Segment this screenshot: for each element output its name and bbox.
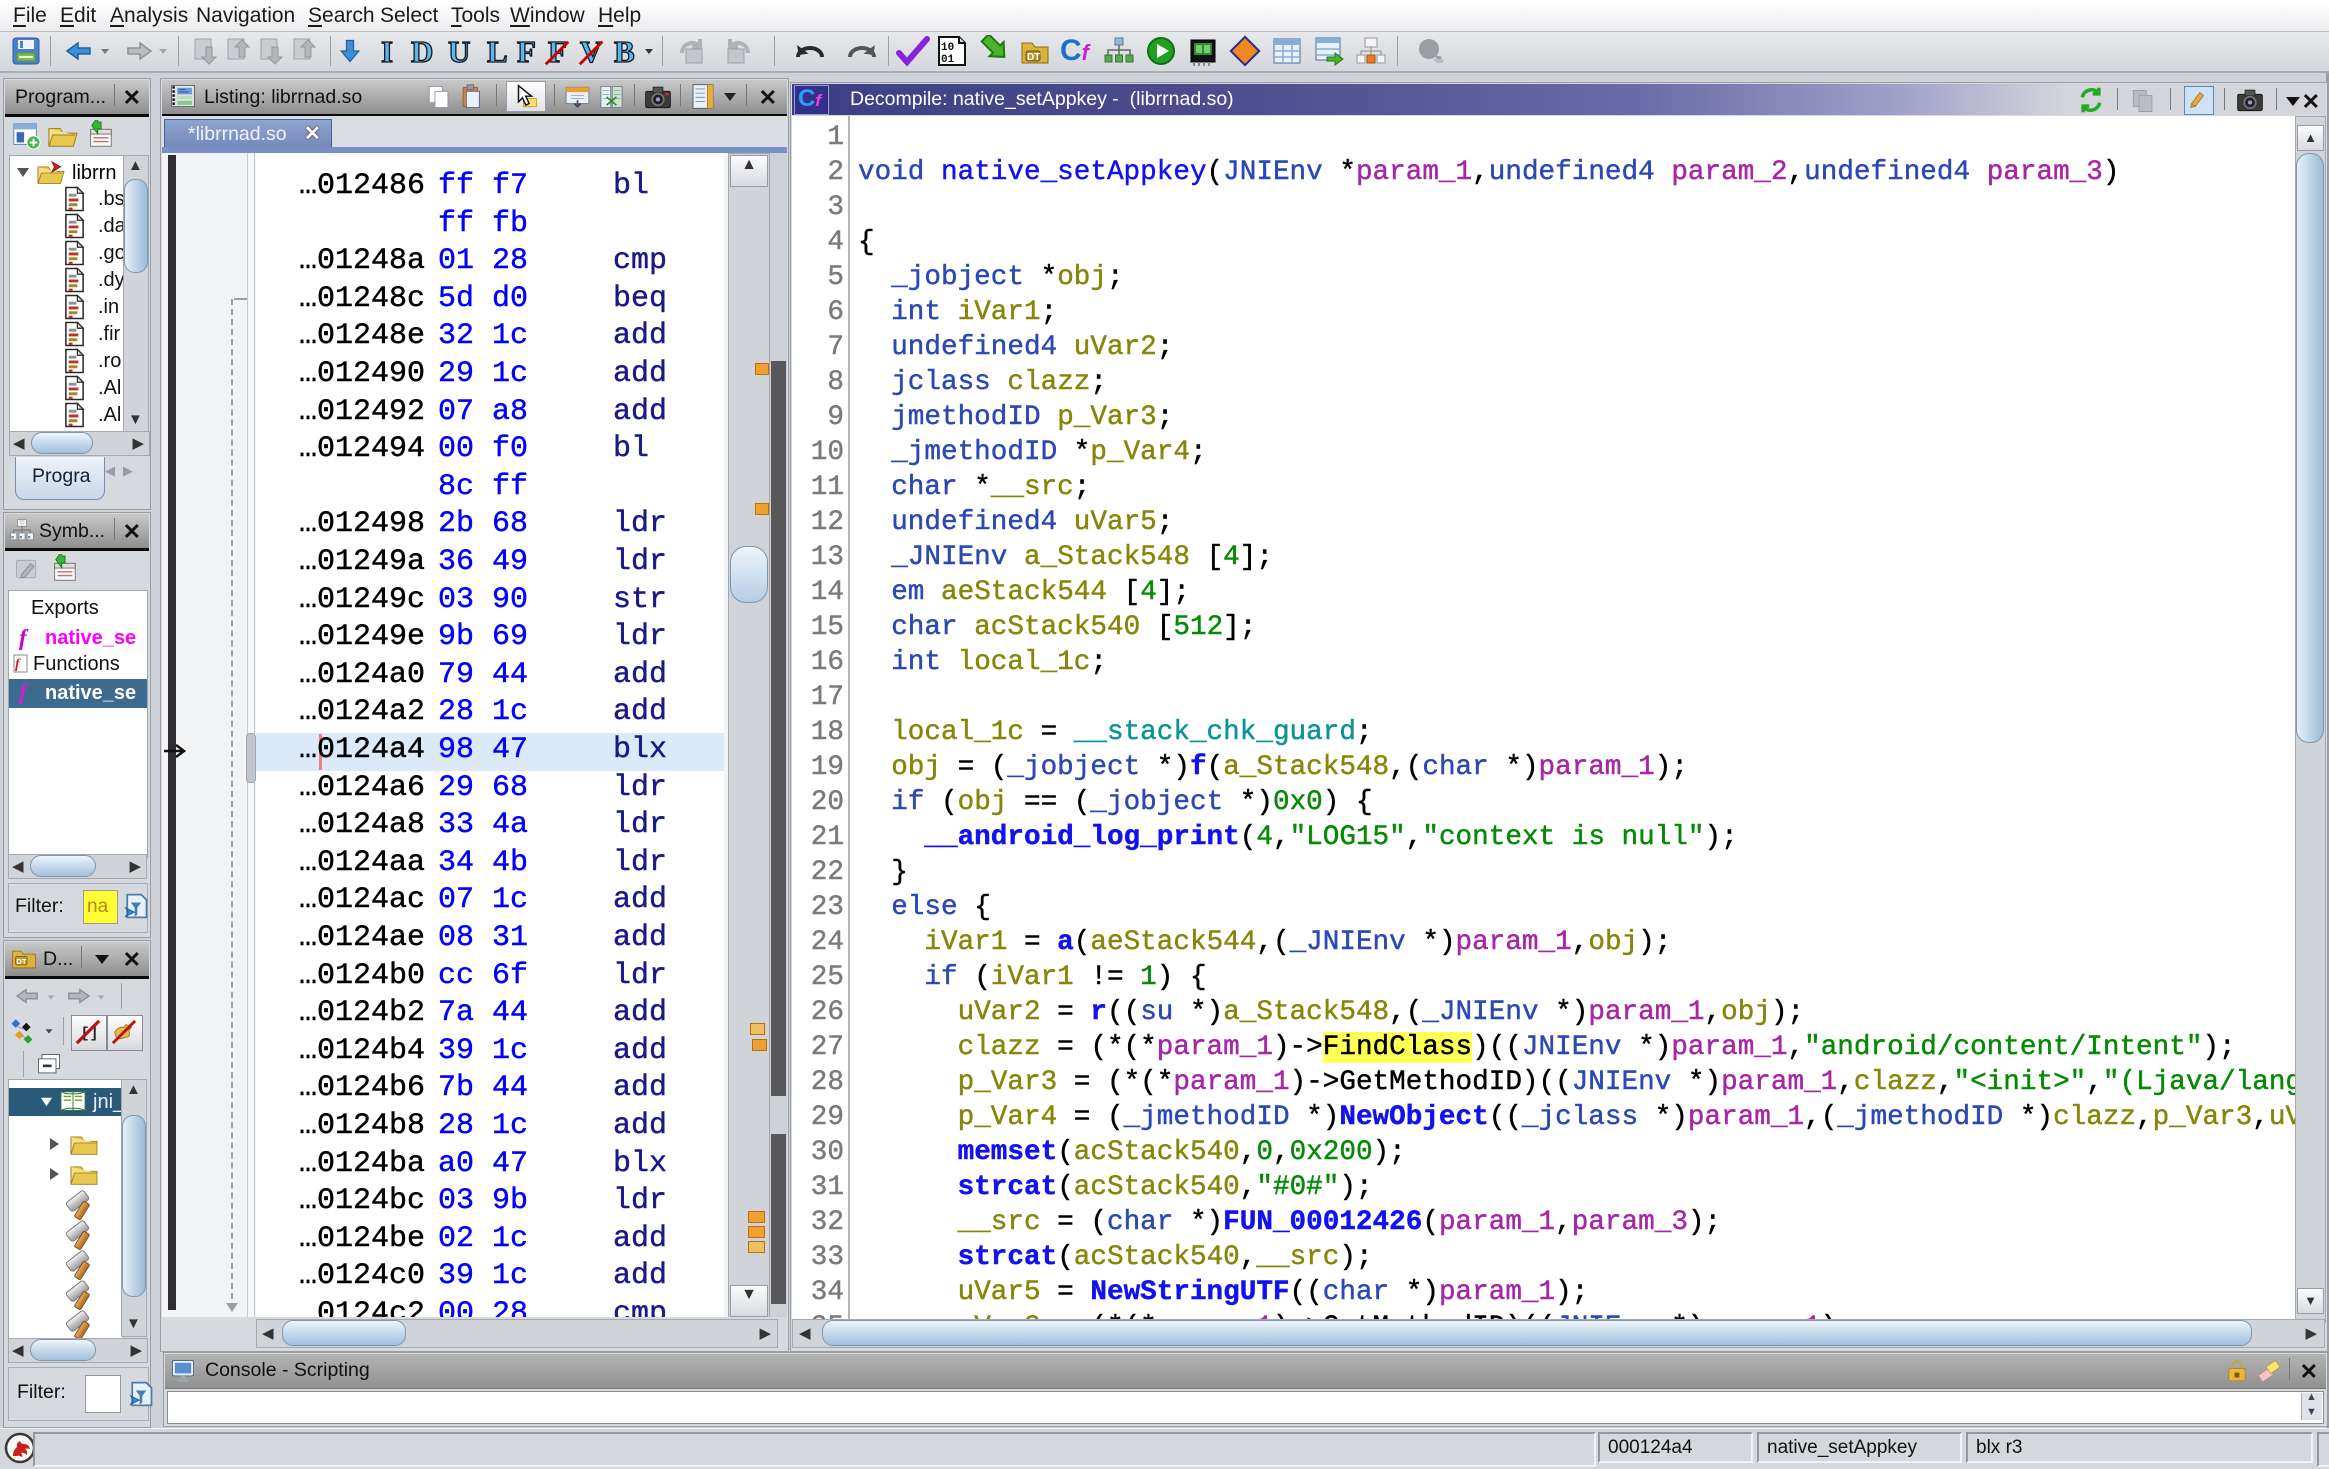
svg-text:01: 01	[941, 54, 955, 66]
svg-text:10: 10	[941, 42, 954, 54]
svg-text:DT: DT	[1027, 52, 1040, 63]
svg-text:DT: DT	[16, 957, 27, 966]
